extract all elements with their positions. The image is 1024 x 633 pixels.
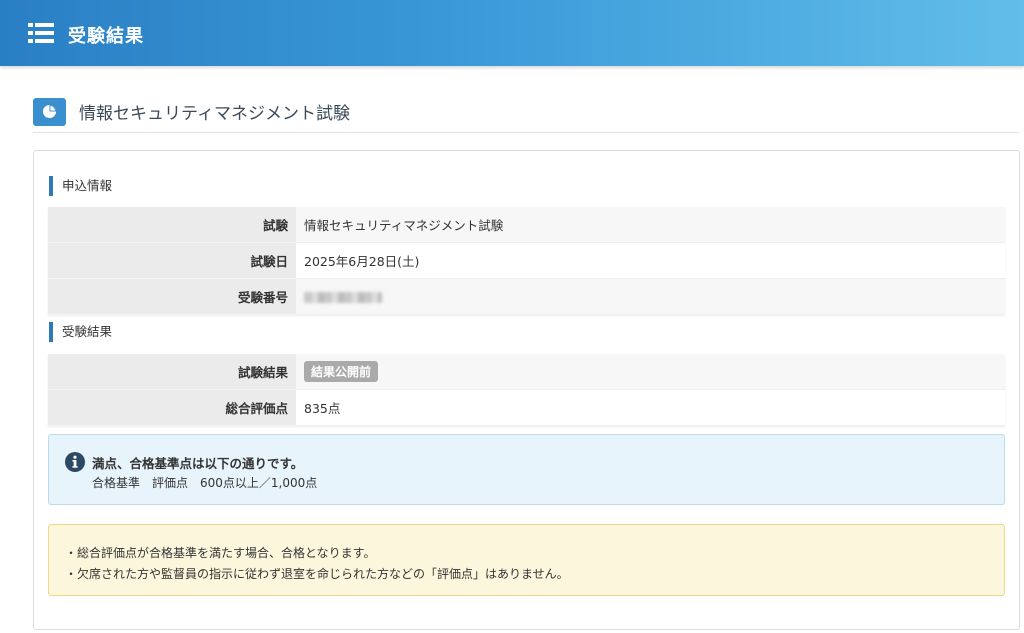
page-heading: 情報セキュリティマネジメント試験 (33, 94, 1019, 133)
row-value-result: 結果公開前 (296, 354, 1005, 390)
info-alert-detail: 合格基準 評価点 600点以上／1,000点 (92, 476, 318, 490)
header-title: 受験結果 (68, 26, 144, 47)
status-badge: 結果公開前 (304, 361, 379, 382)
page-title: 情報セキュリティマネジメント試験 (79, 104, 350, 124)
row-label-exam: 試験 (48, 207, 296, 243)
pie-chart-icon (42, 104, 57, 119)
list-menu-icon[interactable] (28, 23, 54, 43)
row-label-exam-date: 試験日 (48, 242, 296, 279)
note-item: ・総合評価点が合格基準を満たす場合、合格となります。 (65, 546, 376, 560)
row-value-exam: 情報セキュリティマネジメント試験 (296, 207, 1005, 243)
application-section-title: 申込情報 (49, 176, 112, 196)
table-row: 総合評価点 835点 (48, 389, 1005, 426)
row-label-exam-number: 受験番号 (48, 278, 296, 315)
result-section-title: 受験結果 (49, 322, 112, 342)
top-header-bar: 受験結果 (0, 0, 1024, 66)
result-card: 申込情報 試験 情報セキュリティマネジメント試験 試験日 2025年6月28日(… (33, 150, 1020, 630)
row-value-exam-number (296, 278, 1005, 315)
result-info-table: 試験結果 結果公開前 総合評価点 835点 (48, 354, 1005, 426)
note-item: ・欠席された方や監督員の指示に従わず退室を命じられた方などの「評価点」はありませ… (65, 567, 569, 581)
row-value-total-score: 835点 (296, 389, 1005, 426)
table-row: 試験 情報セキュリティマネジメント試験 (48, 207, 1005, 243)
row-label-result: 試験結果 (48, 354, 296, 390)
table-row: 試験結果 結果公開前 (48, 354, 1005, 390)
redacted-exam-number (304, 292, 382, 303)
row-value-exam-date: 2025年6月28日(土) (296, 242, 1005, 279)
table-row: 試験日 2025年6月28日(土) (48, 242, 1005, 279)
info-circle-icon (65, 452, 85, 472)
row-label-total-score: 総合評価点 (48, 389, 296, 426)
application-info-table: 試験 情報セキュリティマネジメント試験 試験日 2025年6月28日(土) 受験… (48, 207, 1005, 315)
page-icon-badge (33, 98, 66, 126)
table-row: 受験番号 (48, 278, 1005, 315)
notes-alert: ・総合評価点が合格基準を満たす場合、合格となります。 ・欠席された方や監督員の指… (48, 524, 1005, 596)
info-alert: 満点、合格基準点は以下の通りです。 合格基準 評価点 600点以上／1,000点 (48, 434, 1005, 505)
info-alert-heading: 満点、合格基準点は以下の通りです。 (92, 456, 304, 471)
